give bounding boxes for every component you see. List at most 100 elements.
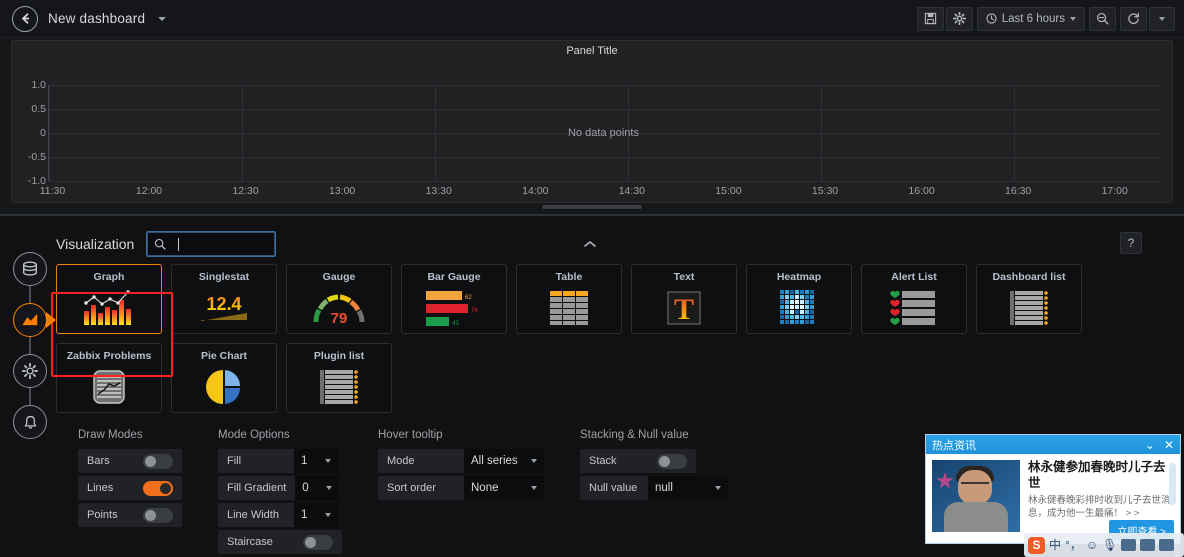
refresh-interval-dropdown[interactable] bbox=[1149, 6, 1175, 31]
x-tick: 12:30 bbox=[232, 185, 259, 197]
option-sort-order: Sort order None bbox=[378, 476, 544, 500]
smiley-icon[interactable]: ☺ bbox=[1086, 539, 1098, 551]
ime-toolbar: S 中 °， ☺ 🎙 bbox=[1024, 533, 1184, 557]
option-bars: Bars bbox=[78, 449, 182, 473]
ime-settings-icon[interactable] bbox=[1159, 539, 1175, 551]
zoom-out-button[interactable] bbox=[1089, 6, 1116, 31]
line-width-select[interactable]: 1 bbox=[294, 503, 338, 527]
stacking-title: Stacking & Null value bbox=[580, 429, 689, 441]
fill-gradient-select[interactable]: 0 bbox=[295, 476, 340, 500]
stacking-null-group: Stacking & Null value Stack Null value n… bbox=[580, 429, 728, 557]
viz-card-label: Zabbix Problems bbox=[66, 350, 152, 362]
visualization-card-grid: Graph Singlestat 12.4 Gauge 79 Bar Gauge… bbox=[51, 264, 1124, 413]
viz-card-graph[interactable]: Graph bbox=[56, 264, 162, 334]
heatmap-grid-icon bbox=[747, 283, 851, 333]
viz-card-zabbix-problems[interactable]: Zabbix Problems bbox=[56, 343, 162, 413]
viz-card-bar-gauge[interactable]: Bar Gauge 62 76 43 bbox=[401, 264, 507, 334]
news-headline[interactable]: 林永健参加春晚时儿子去世 bbox=[1028, 460, 1174, 491]
x-tick: 14:00 bbox=[522, 185, 549, 197]
panel-resize-handle[interactable] bbox=[542, 205, 642, 209]
thumb-body bbox=[944, 502, 1008, 532]
fill-select[interactable]: 1 bbox=[294, 449, 338, 473]
ime-punctuation-toggle[interactable]: °， bbox=[1065, 539, 1082, 551]
save-dashboard-button[interactable] bbox=[916, 6, 944, 31]
sidebar-item-queries[interactable] bbox=[13, 252, 47, 286]
x-tick: 13:30 bbox=[425, 185, 452, 197]
visualization-header: Visualization ? bbox=[56, 226, 1142, 262]
viz-card-heatmap[interactable]: Heatmap bbox=[746, 264, 852, 334]
gauge-icon: 79 bbox=[287, 283, 391, 333]
option-stack: Stack bbox=[580, 449, 728, 473]
option-label: Line Width bbox=[218, 503, 294, 527]
y-axis-labels: 1.0 0.5 0 -0.5 -1.0 bbox=[12, 79, 46, 187]
time-range-picker[interactable]: Last 6 hours bbox=[976, 6, 1085, 31]
sogou-logo-icon[interactable]: S bbox=[1028, 536, 1045, 554]
chevron-down-icon bbox=[1159, 16, 1165, 21]
alert-list-icon bbox=[862, 283, 966, 333]
general-settings-icon bbox=[21, 362, 39, 380]
stack-toggle[interactable] bbox=[648, 449, 696, 473]
singlestat-icon: 12.4 bbox=[172, 283, 276, 333]
points-toggle[interactable] bbox=[134, 503, 182, 527]
graph-bars-line-icon bbox=[57, 283, 161, 333]
toggle-track[interactable] bbox=[303, 534, 333, 550]
visualization-search-box[interactable] bbox=[146, 231, 277, 257]
microphone-icon[interactable]: 🎙 bbox=[1102, 539, 1117, 551]
collapse-visualization-button[interactable] bbox=[579, 231, 601, 257]
sidebar-item-alert[interactable] bbox=[13, 405, 47, 439]
viz-card-text[interactable]: Text T bbox=[631, 264, 737, 334]
time-range-chevron-icon bbox=[1070, 16, 1076, 21]
navbar-right: Last 6 hours bbox=[916, 6, 1184, 31]
back-button[interactable] bbox=[12, 5, 38, 32]
minimize-icon[interactable]: ⌄ bbox=[1145, 439, 1155, 451]
viz-card-label: Dashboard list bbox=[992, 271, 1066, 283]
refresh-button[interactable] bbox=[1120, 6, 1147, 31]
dashboard-title[interactable]: New dashboard bbox=[48, 11, 145, 26]
viz-card-gauge[interactable]: Gauge 79 bbox=[286, 264, 392, 334]
toggle-track[interactable] bbox=[143, 507, 173, 523]
table-grid-icon bbox=[517, 283, 621, 333]
help-button[interactable]: ? bbox=[1120, 232, 1142, 254]
news-thumbnail[interactable] bbox=[932, 460, 1020, 532]
panel-title[interactable]: Panel Title bbox=[12, 41, 1172, 57]
close-icon[interactable]: ✕ bbox=[1164, 439, 1174, 451]
draw-modes-group: Draw Modes Bars Lines Points bbox=[78, 429, 182, 557]
viz-card-dashboard-list[interactable]: Dashboard list bbox=[976, 264, 1082, 334]
viz-card-label: Graph bbox=[93, 271, 125, 283]
navbar-left: New dashboard bbox=[0, 5, 167, 32]
dashboard-settings-button[interactable] bbox=[945, 6, 973, 31]
bars-toggle[interactable] bbox=[134, 449, 182, 473]
lines-toggle[interactable] bbox=[134, 476, 182, 500]
sidebar-item-visualization[interactable] bbox=[13, 303, 56, 337]
viz-card-label: Bar Gauge bbox=[427, 271, 481, 283]
sort-order-select[interactable]: None bbox=[464, 476, 544, 500]
viz-card-label: Singlestat bbox=[198, 271, 250, 283]
viz-card-alert-list[interactable]: Alert List bbox=[861, 264, 967, 334]
x-tick: 16:30 bbox=[1004, 185, 1032, 197]
toggle-track[interactable] bbox=[657, 453, 687, 469]
draw-modes-title: Draw Modes bbox=[78, 429, 143, 441]
viz-card-pie-chart[interactable]: Pie Chart bbox=[171, 343, 277, 413]
chevron-down-icon bbox=[531, 459, 537, 463]
thumb-glasses bbox=[961, 482, 989, 489]
ime-language-mode[interactable]: 中 bbox=[1049, 539, 1061, 551]
chevron-down-icon bbox=[325, 459, 331, 463]
toolbox-icon[interactable] bbox=[1140, 539, 1156, 551]
toggle-track[interactable] bbox=[143, 480, 173, 496]
viz-card-plugin-list[interactable]: Plugin list bbox=[286, 343, 392, 413]
navbar-actions bbox=[916, 6, 973, 31]
viz-card-table[interactable]: Table bbox=[516, 264, 622, 334]
toggle-track[interactable] bbox=[143, 453, 173, 469]
keyboard-icon[interactable] bbox=[1121, 539, 1137, 551]
search-icon bbox=[155, 238, 167, 250]
viz-card-singlestat[interactable]: Singlestat 12.4 bbox=[171, 264, 277, 334]
tooltip-mode-select[interactable]: All series bbox=[464, 449, 544, 473]
panel-plot-area: 1.0 0.5 0 -0.5 -1.0 No data points 11:30… bbox=[12, 61, 1174, 201]
fill-value: 1 bbox=[301, 455, 308, 467]
dashboard-title-chevron-icon[interactable] bbox=[158, 16, 167, 21]
null-value-select[interactable]: null bbox=[648, 476, 728, 500]
x-tick: 15:30 bbox=[811, 185, 839, 197]
sidebar-item-general[interactable] bbox=[13, 354, 47, 388]
refresh-icon bbox=[1128, 12, 1139, 24]
staircase-toggle[interactable] bbox=[294, 530, 342, 554]
